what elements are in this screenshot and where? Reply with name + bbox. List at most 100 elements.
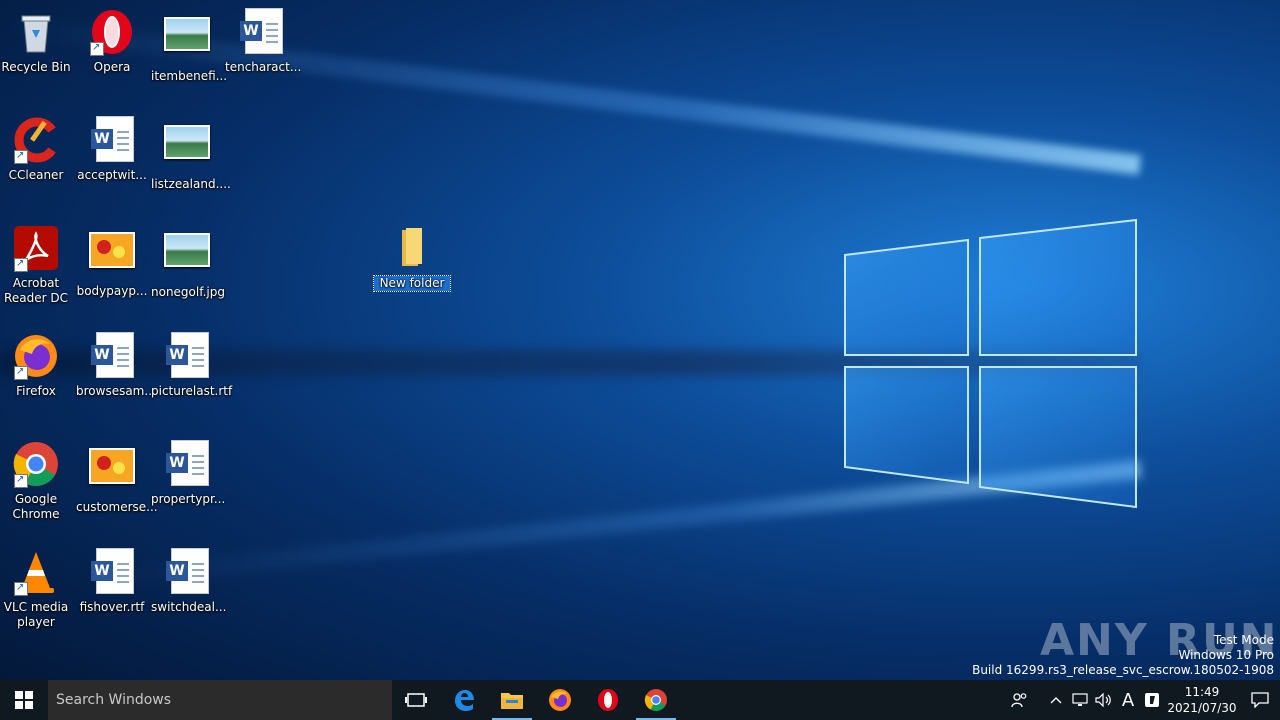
icon-label: Acrobat Reader DC (4, 276, 68, 305)
task-view-button[interactable] (392, 680, 440, 720)
network-button[interactable] (1068, 680, 1092, 720)
firefox-icon (12, 332, 60, 380)
recycle-bin-icon (12, 8, 60, 56)
opera-icon (88, 8, 136, 56)
windows-start-icon (15, 691, 33, 709)
windows-logo-wallpaper (844, 218, 1137, 509)
chrome-icon (644, 689, 667, 711)
desktop-icon-chrome[interactable]: Google Chrome (0, 440, 74, 522)
desktop-icon-listzealand[interactable]: listzealand.... (149, 116, 231, 192)
action-center-button[interactable] (1240, 680, 1280, 720)
desktop-icon-tencharact[interactable]: W tencharact... (223, 8, 302, 75)
watermark-edition: Windows 10 Pro (1178, 648, 1274, 662)
input-language-button[interactable]: A (1116, 680, 1140, 720)
icon-label: Firefox (16, 384, 56, 398)
word-document-icon: W (163, 440, 211, 488)
icon-label: Recycle Bin (1, 60, 71, 74)
taskbar-chrome[interactable] (632, 680, 680, 720)
notification-icon (1251, 692, 1269, 708)
icon-label: listzealand.... (151, 177, 231, 191)
tray-app-icon (1145, 693, 1159, 707)
word-document-icon: W (163, 332, 211, 380)
tray-app-button[interactable] (1140, 680, 1164, 720)
image-file-icon (163, 233, 211, 281)
icon-label: fishover.rtf (79, 600, 145, 614)
desktop-icon-fishover[interactable]: W fishover.rtf (74, 548, 150, 615)
edge-icon (455, 690, 474, 711)
icon-label: Opera (93, 60, 131, 74)
taskbar-file-explorer[interactable] (488, 680, 536, 720)
icon-label: nonegolf.jpg (151, 285, 225, 299)
icon-label: propertypr... (151, 492, 226, 506)
desktop-icon-customerse[interactable]: customerse... (74, 440, 158, 515)
shortcut-arrow-icon (14, 364, 28, 380)
icon-label: bodypayp... (76, 284, 148, 298)
icon-label: acceptwit... (77, 168, 147, 182)
desktop-icon-opera[interactable]: Opera (74, 8, 150, 75)
desktop-icon-itembenefi[interactable]: itembenefi... (149, 8, 227, 84)
folder-icon (388, 224, 436, 272)
icon-label: CCleaner (8, 168, 64, 182)
desktop-icon-acrobat[interactable]: Acrobat Reader DC (0, 224, 74, 306)
chrome-icon (12, 440, 60, 488)
desktop-icon-new-folder[interactable]: New folder (373, 224, 451, 292)
desktop-icon-bodypayp[interactable]: bodypayp... (74, 224, 150, 299)
language-indicator: A (1121, 689, 1135, 711)
taskbar-opera[interactable] (584, 680, 632, 720)
desktop-icon-recycle-bin[interactable]: Recycle Bin (0, 8, 74, 75)
desktop-icon-browsesam[interactable]: W browsesam... (74, 332, 156, 399)
icon-label: browsesam... (76, 384, 156, 398)
desktop-icon-picturelast[interactable]: W picturelast.rtf (149, 332, 233, 399)
image-file-icon (88, 232, 136, 280)
shortcut-arrow-icon (14, 256, 28, 272)
taskbar-firefox[interactable] (536, 680, 584, 720)
clock-button[interactable]: 11:49 2021/07/30 (1164, 684, 1240, 716)
desktop-icon-switchdeal[interactable]: W switchdeal... (149, 548, 227, 615)
opera-icon (598, 689, 618, 711)
icon-label: picturelast.rtf (151, 384, 233, 398)
shortcut-arrow-icon (90, 40, 104, 56)
people-button[interactable] (1008, 680, 1032, 720)
ccleaner-icon (12, 116, 60, 164)
shortcut-arrow-icon (14, 580, 28, 596)
word-document-icon: W (88, 332, 136, 380)
word-document-icon: W (237, 8, 285, 56)
icon-label: customerse... (76, 500, 158, 514)
image-file-icon (88, 448, 136, 496)
clock-date: 2021/07/30 (1167, 701, 1237, 715)
taskbar-search-box[interactable]: Search Windows (48, 680, 392, 720)
volume-button[interactable] (1092, 680, 1116, 720)
vlc-icon (12, 548, 60, 596)
icon-label: Google Chrome (12, 492, 60, 521)
system-tray: A 11:49 2021/07/30 (1008, 680, 1280, 720)
shortcut-arrow-icon (14, 472, 28, 488)
show-hidden-icons-button[interactable] (1044, 680, 1068, 720)
desktop-icon-nonegolf[interactable]: nonegolf.jpg (149, 224, 225, 300)
start-button[interactable] (0, 680, 48, 720)
word-document-icon: W (88, 116, 136, 164)
firefox-icon (549, 689, 571, 711)
os-watermark: Test Mode Windows 10 Pro Build 16299.rs3… (972, 633, 1274, 678)
desktop-icon-ccleaner[interactable]: CCleaner (0, 116, 74, 183)
desktop-icon-propertypr[interactable]: W propertypr... (149, 440, 225, 507)
clock-time: 11:49 (1184, 685, 1220, 699)
taskbar-edge[interactable] (440, 680, 488, 720)
network-icon (1072, 693, 1088, 706)
desktop-icon-firefox[interactable]: Firefox (0, 332, 74, 399)
task-view-icon (405, 693, 427, 707)
icon-label: tencharact... (225, 60, 302, 74)
chevron-up-icon (1050, 697, 1062, 704)
taskbar: Search Windows A 11:49 2021/07/30 (0, 680, 1280, 720)
shortcut-arrow-icon (14, 148, 28, 164)
desktop-icon-vlc[interactable]: VLC media player (0, 548, 74, 630)
speaker-icon (1095, 693, 1111, 707)
image-file-icon (163, 17, 211, 65)
icon-label: switchdeal... (151, 600, 227, 614)
rename-input[interactable]: New folder (373, 275, 451, 292)
watermark-build: Build 16299.rs3_release_svc_escrow.18050… (972, 663, 1274, 677)
watermark-test-mode: Test Mode (1213, 633, 1274, 647)
acrobat-icon (12, 224, 60, 272)
word-document-icon: W (88, 548, 136, 596)
desktop-icon-acceptwit[interactable]: W acceptwit... (74, 116, 150, 183)
folder-icon (501, 693, 523, 709)
